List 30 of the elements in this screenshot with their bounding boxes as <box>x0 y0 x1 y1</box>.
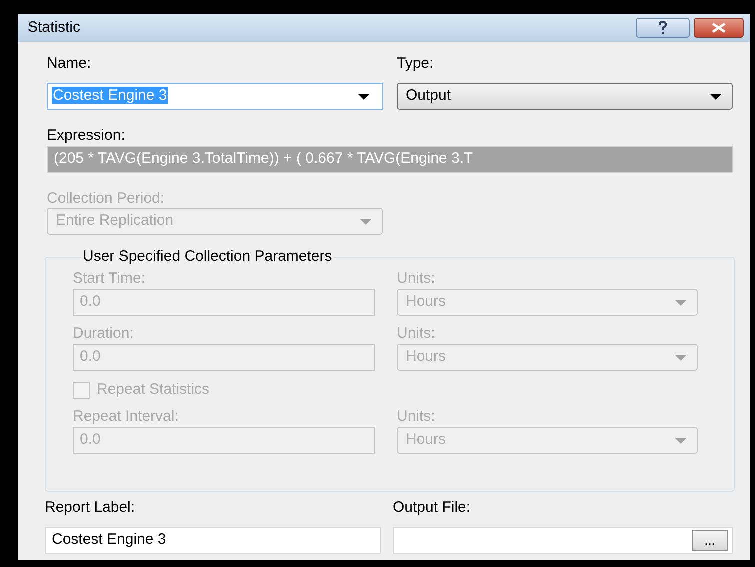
output-file-field[interactable]: ... <box>393 527 733 554</box>
name-combo-box[interactable]: Costest Engine 3 <box>47 83 383 110</box>
field-label: Name: <box>47 55 92 73</box>
checkbox-label: Repeat Statistics <box>97 380 210 400</box>
field-label: Repeat Interval: <box>73 408 180 426</box>
type-dropdown[interactable]: Output <box>397 83 733 110</box>
dropdown-arrow-icon <box>675 300 687 306</box>
group-title: User Specified Collection Parameters <box>82 248 334 266</box>
dropdown-arrow-icon <box>675 354 687 360</box>
field-label: Units: <box>397 270 436 288</box>
dropdown-arrow-icon <box>358 94 370 100</box>
dropdown-arrow-icon <box>675 438 687 444</box>
window-title: Statistic <box>28 18 82 38</box>
field-label: Start Time: <box>73 270 147 288</box>
field-label: Duration: <box>73 325 135 343</box>
close-icon <box>711 23 727 33</box>
close-button[interactable] <box>694 18 744 38</box>
field-label: Units: <box>397 325 436 343</box>
help-icon <box>658 21 668 35</box>
field-label: Collection Period: <box>47 190 165 208</box>
field-label: Report Label: <box>45 499 136 517</box>
field-label: Expression: <box>47 127 126 145</box>
report-label-field[interactable]: Costest Engine 3 <box>45 527 381 554</box>
field-label: Units: <box>397 408 436 426</box>
field-label: Type: <box>397 55 434 73</box>
field-label: Output File: <box>393 499 471 517</box>
dropdown-arrow-icon <box>360 218 372 224</box>
dropdown-arrow-icon <box>710 94 722 100</box>
browse-button[interactable]: ... <box>692 530 728 551</box>
help-button[interactable] <box>636 18 690 38</box>
